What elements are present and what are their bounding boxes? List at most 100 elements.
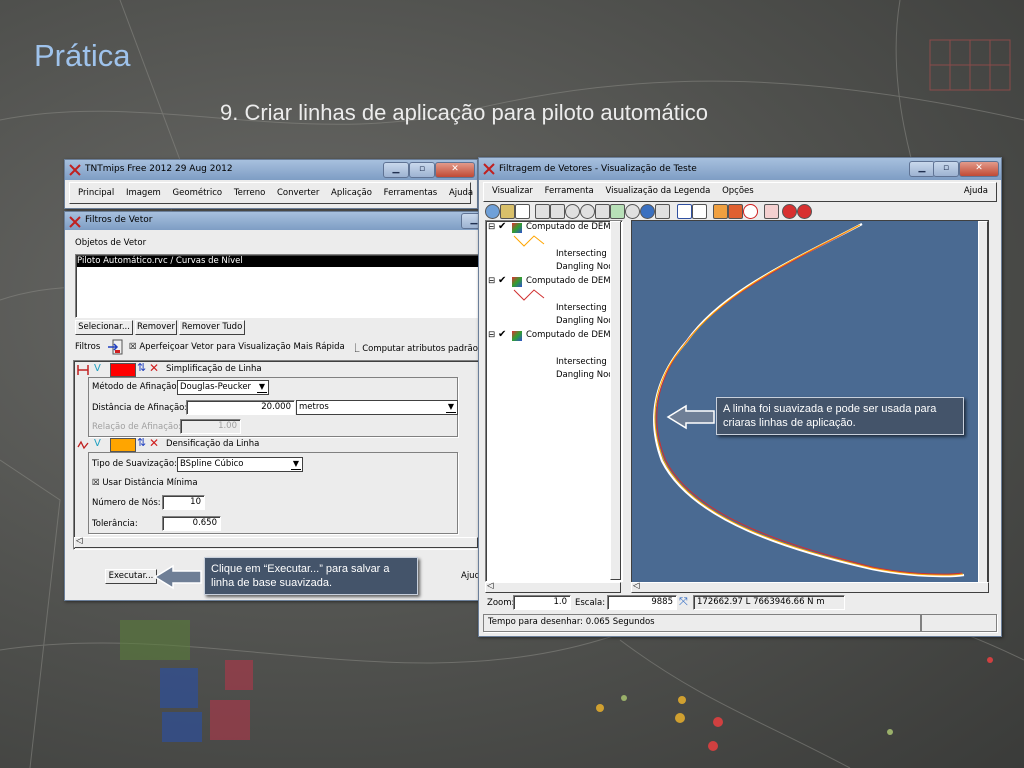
visible-check-icon[interactable]: ✔ [498,221,506,232]
map-vertical-scrollbar[interactable] [978,221,988,583]
coordinates-field: 172662.97 L 7663946.66 N m [693,595,845,610]
menu-visualizar[interactable]: Visualizar [492,186,533,196]
legend-layer-3[interactable]: ⊟ ✔ Computado de DEM Intersecting N Dang… [486,329,616,383]
improve-vector-checkbox[interactable]: ☒ Aperfeiçoar Vetor para Visualização Ma… [129,342,345,352]
back-icon[interactable] [713,204,728,219]
target-icon[interactable] [797,204,812,219]
nodes-input[interactable]: 10 [162,495,205,510]
collapse-icon[interactable]: ⊟ [488,222,495,232]
layers-icon[interactable] [500,204,515,219]
check-icon: ☒ [129,342,137,352]
close-button[interactable]: ✕ [435,162,475,178]
visible-check-icon[interactable]: ✔ [498,275,506,286]
menu-ferramentas[interactable]: Ferramentas [384,188,438,198]
zoom-input[interactable]: 1.0 [513,595,571,610]
select-button[interactable]: Selecionar... [75,320,133,335]
menu-geometrico[interactable]: Geométrico [173,188,223,198]
smoothing-type-dropdown[interactable]: BSpline Cúbico ▼ [177,457,303,472]
scale-icon[interactable] [655,204,670,219]
zoom-1x-icon[interactable] [625,204,640,219]
legend-vertical-scrollbar[interactable] [610,221,621,580]
title-bar[interactable]: Filtros de Vetor ▁ [65,212,489,230]
globe-icon[interactable] [640,204,655,219]
minimize-button[interactable]: ▁ [383,162,409,178]
method-label: Método de Afinação: [92,382,180,392]
scale-input[interactable]: 9885 [607,595,677,610]
map-horizontal-scrollbar[interactable]: ◁ [631,581,989,593]
collapse-icon[interactable]: ⊟ [488,330,495,340]
expand-icon[interactable]: V [94,363,101,374]
left-arrow-icon [666,404,715,430]
forward-icon[interactable] [728,204,743,219]
menu-principal[interactable]: Principal [78,188,114,198]
menu-aplicacao[interactable]: Aplicação [331,188,372,198]
coordinates-value: 172662.97 L 7663946.66 N m [697,597,825,607]
select-icon[interactable] [515,204,530,219]
pan-icon[interactable] [535,204,550,219]
simplification-color-swatch[interactable] [110,363,136,377]
line-sample-icon [513,289,545,301]
legend-item: Dangling Nod [556,316,614,326]
reorder-icon[interactable]: ⇅ [137,436,146,449]
scroll-left-icon[interactable]: ◁ [487,581,494,591]
line-sample-icon [513,235,545,247]
remove-all-button[interactable]: Remover Tudo [179,320,245,335]
minimize-button[interactable]: ▁ [909,161,935,177]
reorder-icon[interactable]: ⇅ [137,361,146,374]
densification-color-swatch[interactable] [110,438,136,452]
expand-icon[interactable]: V [94,438,101,449]
legend-layer-1[interactable]: ⊟ ✔ Computado de DEM Intersecting N Dang… [486,221,616,275]
scroll-left-icon[interactable]: ◁ [76,536,83,546]
legend-layer-2[interactable]: ⊟ ✔ Computado de DEM Intersecting N Dang… [486,275,616,329]
full-view-icon[interactable] [610,204,625,219]
compute-attributes-checkbox[interactable]: ⎿ Computar atributos padrão [351,342,478,354]
redraw-icon[interactable] [485,204,500,219]
menu-imagem[interactable]: Imagem [126,188,161,198]
slide-subtitle: 9. Criar linhas de aplicação para piloto… [220,100,708,125]
distance-input[interactable]: 20.000 [186,400,295,415]
maximize-button[interactable]: ▫ [409,162,435,178]
min-distance-checkbox[interactable]: ☒ Usar Distância Mínima [92,478,198,488]
run-note-callout: Clique em “Executar...” para salvar a li… [204,557,418,595]
method-dropdown[interactable]: Douglas-Peucker ▼ [177,380,269,395]
menu-opcoes[interactable]: Opções [722,186,754,196]
unit-dropdown[interactable]: metros ▼ [296,400,458,415]
add-filter-icon[interactable] [107,339,123,355]
menu-converter[interactable]: Converter [277,188,319,198]
zoom-previous-icon[interactable] [595,204,610,219]
menu-ferramenta[interactable]: Ferramenta [545,186,594,196]
legend-icon[interactable] [677,204,692,219]
run-button[interactable]: Executar... [105,569,157,584]
menu-ajuda[interactable]: Ajuda [449,188,473,198]
zoom-box-icon[interactable] [550,204,565,219]
position-tool-icon[interactable]: ⤧ [679,595,688,609]
title-bar[interactable]: TNTmips Free 2012 29 Aug 2012 ▁ ▫ ✕ [65,160,477,180]
visible-check-icon[interactable]: ✔ [498,329,506,340]
menu-terreno[interactable]: Terreno [234,188,265,198]
maximize-button[interactable]: ▫ [933,161,959,177]
remove-button[interactable]: Remover [135,320,177,335]
delete-filter-icon[interactable]: ✕ [149,361,159,375]
menu-ajuda[interactable]: Ajuda [964,186,988,196]
collapse-icon[interactable]: ⊟ [488,276,495,286]
title-bar[interactable]: Filtragem de Vetores - Visualização de T… [479,158,1001,180]
window-title: TNTmips Free 2012 29 Aug 2012 [85,164,233,174]
selected-object-row[interactable]: Piloto Automático.rvc / Curvas de Nível [77,256,479,267]
zoom-in-icon[interactable] [565,204,580,219]
menu-visualizacao-legenda[interactable]: Visualização da Legenda [605,186,710,196]
tolerance-input[interactable]: 0.650 [162,516,221,531]
unit-value: metros [299,402,329,412]
delete-filter-icon[interactable]: ✕ [149,436,159,450]
legend-horizontal-scrollbar[interactable]: ◁ [485,581,621,593]
find-icon[interactable] [782,204,797,219]
scroll-left-icon[interactable]: ◁ [633,581,640,591]
objects-list[interactable]: Piloto Automático.rvc / Curvas de Nível [75,254,481,318]
densification-title: Densificação da Linha [166,439,260,449]
close-button[interactable]: ✕ [959,161,999,177]
measure-icon[interactable] [692,204,707,219]
layer-name: Computado de DEM [526,222,611,232]
table-icon[interactable] [764,204,779,219]
filter-panel-scrollbar[interactable]: ◁ [74,536,478,548]
zoom-out-icon[interactable] [580,204,595,219]
stop-icon[interactable] [743,204,758,219]
